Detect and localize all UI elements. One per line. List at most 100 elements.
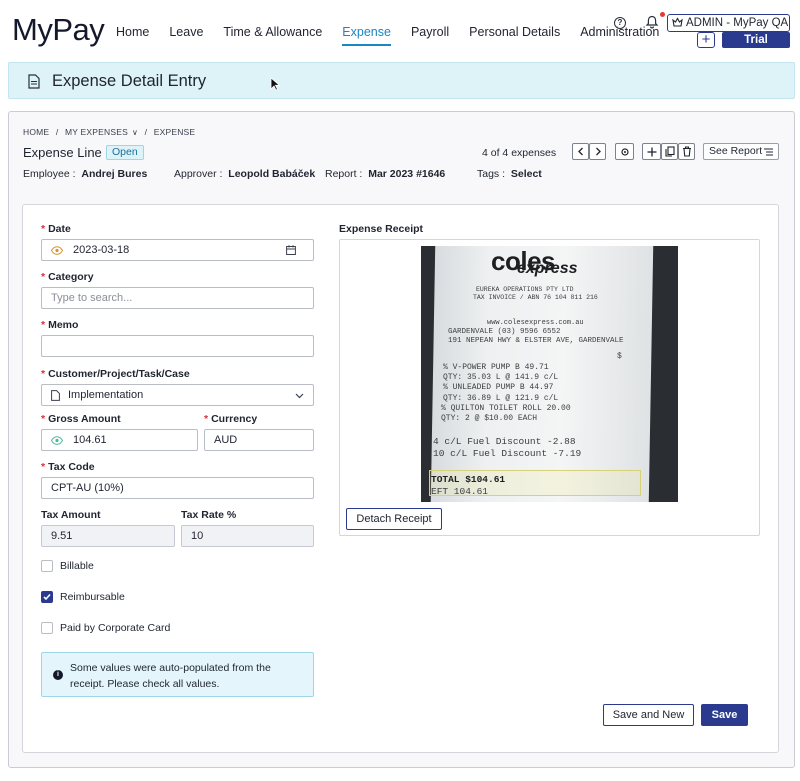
breadcrumb-my-expenses[interactable]: MY EXPENSES: [65, 127, 128, 137]
tax-rate-value: 10: [191, 530, 204, 542]
trial-version-badge[interactable]: Trial Version: [722, 32, 790, 62]
tax-code-value: CPT-AU (10%): [51, 482, 124, 494]
memo-label: * Memo: [41, 319, 79, 331]
receipt-line: EFT 104.61: [431, 486, 489, 497]
customer-project-select[interactable]: Implementation: [41, 384, 314, 406]
corporate-card-label: Paid by Corporate Card: [60, 622, 171, 634]
breadcrumb-expense[interactable]: EXPENSE: [154, 127, 196, 137]
help-icon[interactable]: ?: [614, 17, 626, 29]
nav-home[interactable]: Home: [106, 0, 159, 58]
gross-amount-value: 104.61: [73, 434, 107, 446]
gross-amount-field[interactable]: 104.61: [41, 429, 198, 451]
save-button[interactable]: Save: [701, 704, 748, 726]
billable-label: Billable: [60, 560, 94, 572]
receipt-title: Expense Receipt: [339, 223, 424, 235]
tax-rate-field: 10: [181, 525, 314, 547]
nav-payroll[interactable]: Payroll: [401, 0, 459, 58]
approver-label: Approver :: [174, 168, 223, 180]
receipt-line: QTY: 35.03 L @ 141.9 c/L: [443, 373, 559, 382]
expense-line-title: Expense Line: [23, 145, 102, 160]
currency-value: AUD: [214, 434, 238, 446]
main-nav: Home Leave Time & Allowance Expense Payr…: [106, 0, 669, 58]
currency-label: * Currency: [204, 413, 258, 425]
page-title: Expense Detail Entry: [52, 72, 207, 90]
chevron-down-icon[interactable]: ∨: [132, 128, 138, 137]
save-and-new-button[interactable]: Save and New: [603, 704, 694, 726]
add-button[interactable]: +: [697, 32, 715, 48]
document-icon: [28, 74, 40, 89]
chevron-right-icon: [595, 147, 601, 156]
checkmark-icon: [43, 593, 51, 601]
breadcrumb-home[interactable]: HOME: [23, 127, 49, 137]
breadcrumb: HOME / MY EXPENSES ∨ / EXPENSE: [23, 127, 199, 137]
receipt-line: www.colesexpress.com.au: [487, 319, 584, 327]
user-role-switcher[interactable]: ADMIN - MyPay QA: [667, 14, 790, 32]
receipt-image[interactable]: coles express EUREKA OPERATIONS PTY LTD …: [421, 246, 678, 502]
crown-icon: [672, 17, 683, 27]
bell-icon[interactable]: [645, 15, 659, 29]
receipt-line: % UNLEADED PUMP B 44.97: [443, 383, 554, 392]
calendar-icon[interactable]: [286, 245, 296, 255]
receipt-line: 10 c/L Fuel Discount -7.19: [433, 448, 582, 459]
employee-meta: Employee : Andrej Bures: [23, 168, 147, 180]
receipt-line: % QUILTON TOILET ROLL 20.00: [441, 404, 571, 413]
corporate-card-checkbox[interactable]: [41, 622, 53, 634]
app-logo[interactable]: MyPay: [12, 12, 105, 48]
nav-administration[interactable]: Administration: [570, 0, 669, 58]
memo-input[interactable]: [41, 335, 314, 357]
billable-checkbox[interactable]: [41, 560, 53, 572]
settings-button[interactable]: [615, 143, 634, 160]
info-message: Some values were auto-populated from the…: [70, 662, 271, 690]
report-meta: Report : Mar 2023 #1646: [325, 168, 445, 180]
approver-value: Leopold Babáček: [228, 168, 316, 180]
next-expense-button[interactable]: [589, 143, 606, 160]
see-report-label: See Report: [709, 145, 763, 157]
receipt-line: $: [617, 352, 622, 361]
reimbursable-checkbox[interactable]: [41, 591, 53, 603]
date-field[interactable]: 2023-03-18: [41, 239, 314, 261]
list-icon: [764, 148, 773, 156]
copy-expense-button[interactable]: [661, 143, 678, 160]
reimbursable-label: Reimbursable: [60, 591, 125, 603]
top-navigation: MyPay Home Leave Time & Allowance Expens…: [0, 0, 800, 62]
file-icon: [51, 390, 60, 401]
nav-personal-details[interactable]: Personal Details: [459, 0, 570, 58]
see-report-button[interactable]: See Report: [703, 143, 779, 160]
eye-icon: [51, 246, 63, 255]
previous-expense-button[interactable]: [572, 143, 589, 160]
nav-leave[interactable]: Leave: [159, 0, 213, 58]
report-value[interactable]: Mar 2023 #1646: [368, 168, 445, 180]
customer-value: Implementation: [68, 389, 144, 401]
tax-amount-label: Tax Amount: [41, 509, 101, 521]
receipt-total-line: TOTAL $104.61: [431, 474, 506, 485]
info-icon: i: [53, 670, 63, 680]
tax-rate-label: Tax Rate %: [181, 509, 237, 521]
receipt-line: TAX INVOICE / ABN 76 104 811 216: [473, 294, 598, 301]
tax-code-field[interactable]: CPT-AU (10%): [41, 477, 314, 499]
category-search-input[interactable]: [51, 292, 313, 304]
approver-meta: Approver : Leopold Babáček: [174, 168, 315, 180]
delete-expense-button[interactable]: [678, 143, 695, 160]
detach-receipt-button[interactable]: Detach Receipt: [346, 508, 442, 530]
eye-icon: [51, 436, 63, 445]
nav-expense[interactable]: Expense: [332, 0, 401, 58]
tags-label: Tags :: [477, 168, 506, 180]
date-value: 2023-03-18: [73, 244, 130, 256]
receipt-line: QTY: 2 @ $10.00 EACH: [441, 414, 538, 423]
memo-text-input[interactable]: [51, 340, 313, 352]
receipt-line: QTY: 36.89 L @ 121.9 c/L: [443, 394, 559, 403]
currency-field[interactable]: AUD: [204, 429, 314, 451]
receipt-line: EUREKA OPERATIONS PTY LTD: [476, 286, 574, 293]
nav-time-allowance[interactable]: Time & Allowance: [213, 0, 332, 58]
tags-select[interactable]: Select: [511, 168, 542, 180]
gross-amount-label: * Gross Amount: [41, 413, 121, 425]
notification-dot: [660, 12, 665, 17]
report-label: Report :: [325, 168, 363, 180]
chevron-left-icon: [577, 147, 583, 156]
receipt-line: % V-POWER PUMP B 49.71: [443, 363, 549, 372]
category-input[interactable]: [41, 287, 314, 309]
page-title-banner: Expense Detail Entry: [8, 62, 795, 99]
tax-amount-value: 9.51: [51, 530, 73, 542]
add-expense-button[interactable]: [642, 143, 661, 160]
breadcrumb-separator: /: [144, 127, 148, 137]
